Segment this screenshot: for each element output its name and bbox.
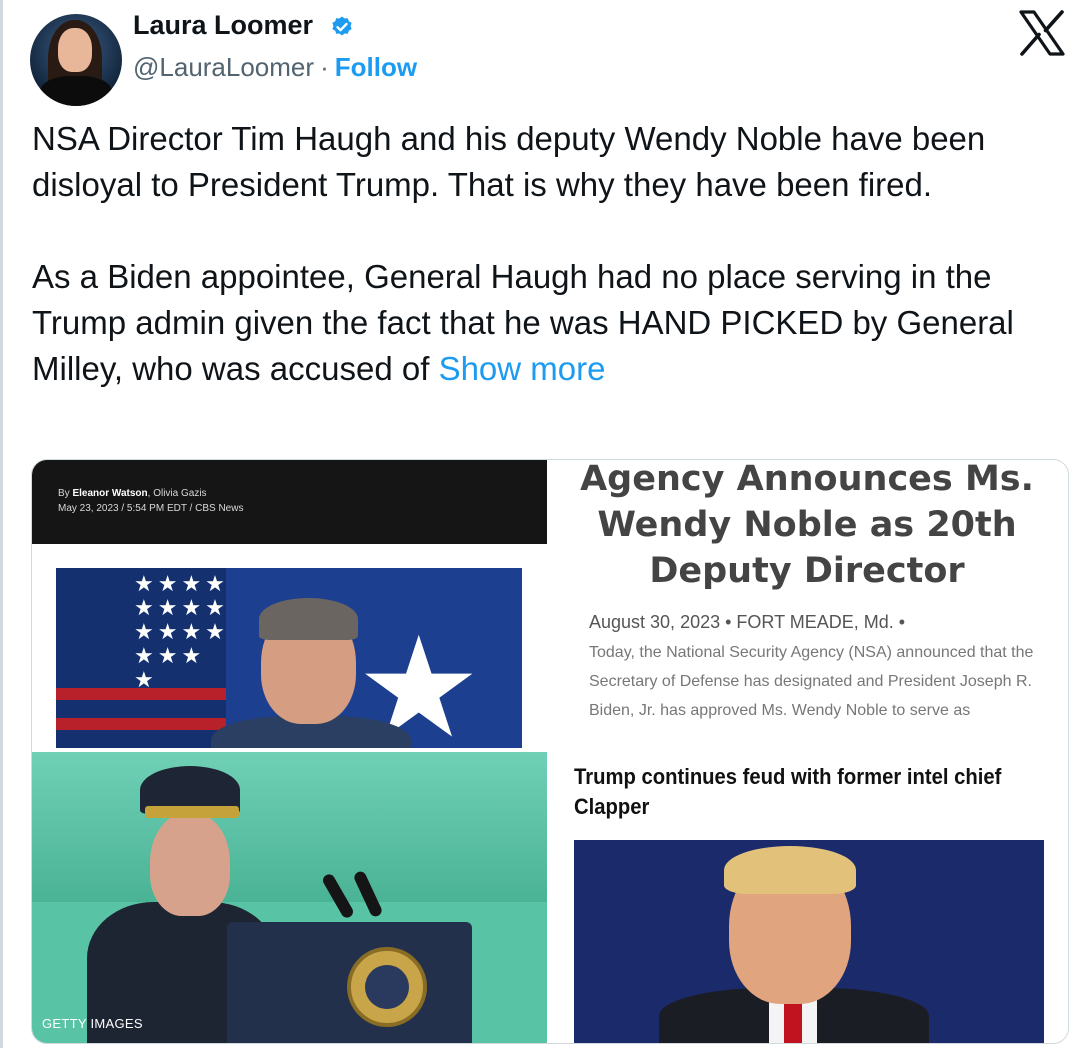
trump-photo (574, 840, 1044, 1043)
article-dateline: May 23, 2023 / 5:54 PM EDT / CBS News (58, 503, 244, 514)
media-grid[interactable]: By Eleanor Watson, Olivia Gazis May 23, … (31, 459, 1069, 1044)
left-border (0, 0, 3, 1048)
follow-button[interactable]: Follow (335, 52, 417, 82)
release-headline: Agency Announces Ms. Wendy Noble as 20th… (580, 460, 1034, 591)
haugh-photo: ★★★★ ★★★★ ★★★★ ★★★ ★ ★ (56, 568, 522, 748)
tweet-text: NSA Director Tim Haugh and his deputy We… (32, 116, 1082, 392)
presidential-seal-icon (347, 947, 427, 1027)
release-text: Today, the National Security Agency (NSA… (589, 644, 1034, 719)
byline-author: Eleanor Watson (72, 488, 148, 499)
show-more-link[interactable]: Show more (439, 350, 606, 387)
author-handle[interactable]: @LauraLoomer (133, 52, 314, 82)
avatar[interactable] (30, 14, 122, 106)
media-image-milley[interactable]: GETTY IMAGES (32, 752, 547, 1043)
author-handle-row: @LauraLoomer · Follow (133, 52, 417, 83)
media-image-trump[interactable]: Trump continues feud with former intel c… (547, 752, 1068, 1043)
byline-coauthor: , Olivia Gazis (147, 488, 207, 499)
x-logo-icon[interactable] (1018, 10, 1066, 56)
trump-headline: Trump continues feud with former intel c… (574, 764, 1002, 819)
media-image-nsa-release[interactable]: Agency Announces Ms. Wendy Noble as 20th… (547, 460, 1068, 750)
byline-prefix: By (58, 488, 70, 499)
release-body: August 30, 2023 • FORT MEADE, Md. • Toda… (589, 608, 1059, 725)
release-dateline: August 30, 2023 • FORT MEADE, Md. • (589, 612, 906, 632)
verified-badge-icon (332, 16, 352, 36)
handle-separator: · (320, 52, 329, 82)
media-image-cbs-haugh[interactable]: By Eleanor Watson, Olivia Gazis May 23, … (32, 460, 547, 750)
author-name[interactable]: Laura Loomer (133, 10, 313, 41)
tweet-paragraph-1: NSA Director Tim Haugh and his deputy We… (32, 120, 986, 203)
tweet-paragraph-2: As a Biden appointee, General Haugh had … (32, 254, 1082, 392)
avatar-face (58, 28, 92, 72)
article-header-bar: By Eleanor Watson, Olivia Gazis May 23, … (32, 460, 547, 544)
avatar-body (40, 76, 112, 106)
article-byline: By Eleanor Watson, Olivia Gazis May 23, … (58, 486, 243, 516)
photo-credit: GETTY IMAGES (42, 1016, 143, 1031)
